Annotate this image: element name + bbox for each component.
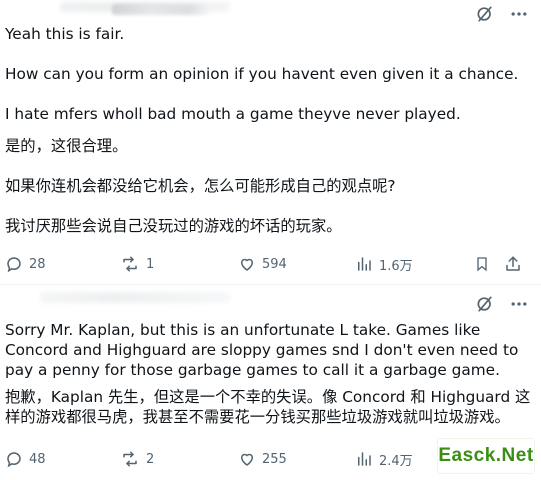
- like-icon: [240, 453, 254, 466]
- views-icon: [358, 452, 371, 466]
- reply-icon: [7, 452, 21, 468]
- reply-count: 28: [29, 256, 46, 272]
- like-button[interactable]: 594: [238, 252, 287, 276]
- views-count: 1.6万: [379, 258, 413, 274]
- more-icon[interactable]: [509, 294, 529, 314]
- repost-count: 2: [146, 451, 155, 467]
- reply-button[interactable]: 28: [5, 252, 46, 276]
- post-1: Yeah this is fair. How can you form an o…: [0, 0, 541, 284]
- site-watermark: Easck.Net: [437, 438, 535, 474]
- like-count: 594: [262, 256, 287, 272]
- share-button[interactable]: [504, 252, 522, 276]
- reply-button[interactable]: 48: [5, 447, 46, 471]
- repost-count: 1: [146, 256, 155, 272]
- views-button[interactable]: 2.4万: [355, 447, 413, 471]
- views-count: 2.4万: [379, 453, 413, 469]
- post-1-text-zh: 是的，这很合理。 如果你连机会都没给它机会，怎么可能形成自己的观点呢? 我讨厌那…: [5, 137, 396, 235]
- post-1-text-en: Yeah this is fair. How can you form an o…: [5, 25, 519, 123]
- repost-icon: [123, 256, 137, 272]
- views-icon: [358, 257, 371, 271]
- reply-icon: [7, 257, 21, 273]
- bookmark-icon: [477, 257, 487, 272]
- like-button[interactable]: 255: [238, 447, 287, 471]
- share-icon: [506, 256, 520, 271]
- grok-icon[interactable]: [475, 294, 495, 314]
- repost-icon: [123, 451, 137, 467]
- post-2-top-actions: [475, 294, 529, 314]
- post-1-header: [0, 0, 541, 20]
- repost-button[interactable]: 2: [120, 447, 154, 471]
- repost-button[interactable]: 1: [120, 252, 154, 276]
- post-2-text-en: Sorry Mr. Kaplan, but this is an unfortu…: [5, 321, 524, 379]
- post-1-action-bar: 28 1 594 1.6万: [0, 252, 541, 276]
- like-icon: [240, 258, 254, 271]
- post-2-text-zh: 抱歉，Kaplan 先生，但这是一个不幸的失误。像 Concord 和 High…: [5, 388, 531, 426]
- like-count: 255: [262, 451, 287, 467]
- reply-count: 48: [29, 451, 46, 467]
- more-icon[interactable]: [509, 4, 529, 24]
- blurred-author-name: [112, 4, 208, 15]
- grok-icon[interactable]: [475, 4, 495, 24]
- views-button[interactable]: 1.6万: [355, 252, 413, 276]
- post-1-top-actions: [475, 4, 529, 24]
- bookmark-button[interactable]: [474, 252, 490, 276]
